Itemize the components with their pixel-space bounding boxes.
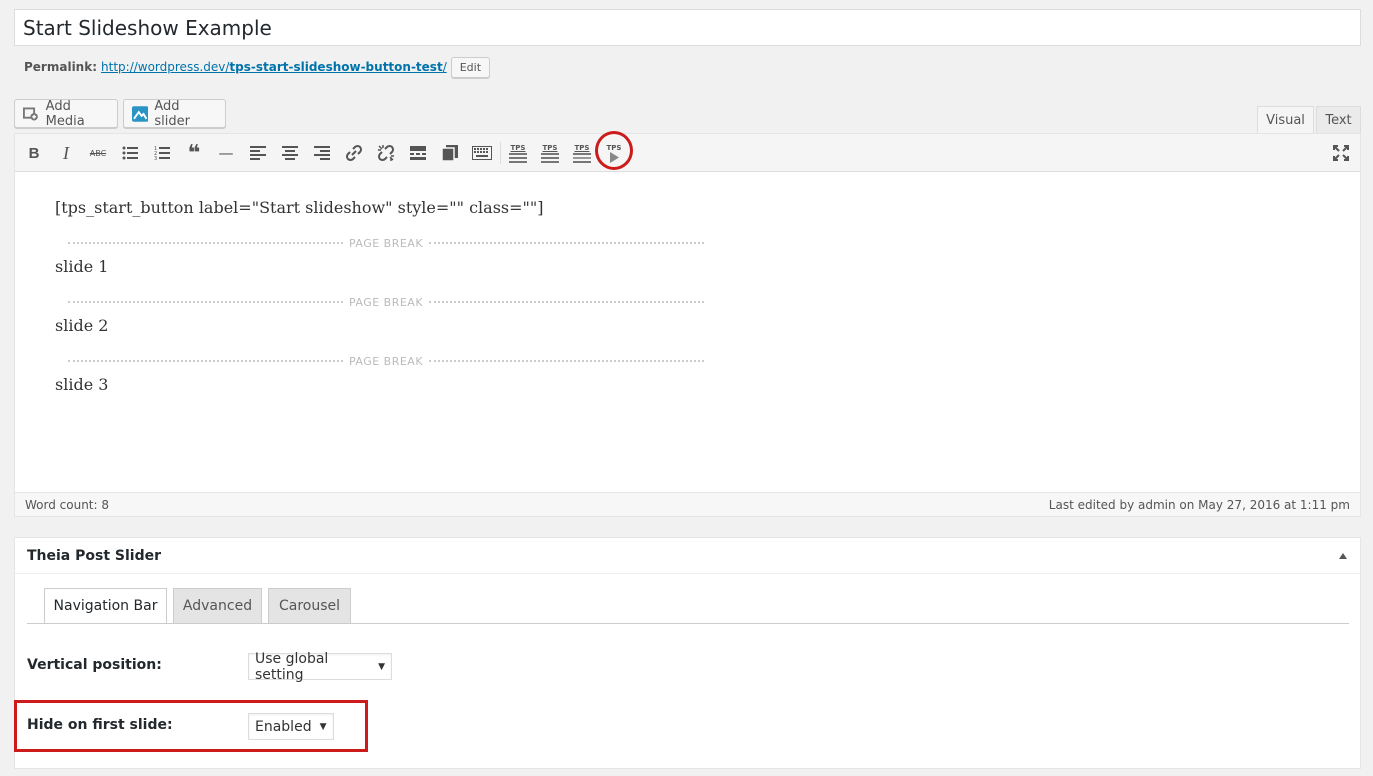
slide-line: slide 3 [55, 375, 109, 394]
align-right-glyph [314, 146, 330, 160]
align-center-icon[interactable] [276, 139, 304, 167]
page-break: PAGE BREAK [68, 236, 704, 250]
page-break-dots-right [429, 242, 704, 244]
align-center-glyph [282, 146, 298, 160]
toolbar-separator [500, 142, 501, 164]
read-more-icon[interactable] [404, 139, 432, 167]
hide-first-slide-label: Hide on first slide: [27, 717, 173, 733]
page-break: PAGE BREAK [68, 295, 704, 309]
vertical-position-select[interactable]: Use global setting ▼ [248, 650, 392, 683]
slide-line: slide 2 [55, 316, 109, 335]
chevron-down-icon: ▼ [378, 661, 385, 672]
page-break-label: PAGE BREAK [348, 295, 424, 309]
add-media-icon [23, 107, 38, 120]
permalink-link[interactable]: http://wordpress.dev/tps-start-slideshow… [101, 60, 447, 74]
tps-label: TPS [542, 143, 558, 152]
fullscreen-icon[interactable] [1327, 139, 1355, 167]
paste-glyph [442, 145, 458, 161]
page-break: PAGE BREAK [68, 354, 704, 368]
permalink: Permalink: http://wordpress.dev/tps-star… [24, 56, 491, 78]
tps-page-break-2-icon[interactable]: TPS [536, 139, 564, 167]
numbered-list-glyph: 123 [154, 146, 170, 160]
tab-advanced[interactable]: Advanced [173, 588, 262, 624]
align-right-icon[interactable] [308, 139, 336, 167]
bulleted-list-icon[interactable] [116, 139, 144, 167]
vertical-position-value: Use global setting [255, 650, 329, 683]
add-media-button[interactable]: Add Media [14, 98, 118, 129]
permalink-trailing: / [442, 60, 447, 74]
tps-start-slideshow-icon[interactable]: TPS [600, 139, 628, 167]
permalink-label: Permalink: [24, 60, 98, 74]
fullscreen-glyph [1333, 145, 1349, 161]
add-slider-button[interactable]: Add slider [123, 98, 226, 129]
shortcode-line: [tps_start_button label="Start slideshow… [55, 198, 544, 217]
slide-line: slide 1 [55, 257, 109, 276]
collapse-arrow-icon[interactable] [1338, 552, 1348, 560]
editor-content[interactable]: [tps_start_button label="Start slideshow… [15, 172, 1360, 493]
bulleted-list-glyph [122, 146, 138, 160]
add-media-label: Add Media [45, 98, 85, 129]
play-icon [610, 151, 619, 163]
last-edited: Last edited by admin on May 27, 2016 at … [1048, 497, 1350, 512]
page-break-dots-right [429, 301, 704, 303]
add-slider-label: Add slider [154, 98, 190, 129]
tps-label: TPS [606, 143, 622, 152]
editor-status-bar: Word count: 8 Last edited by admin on Ma… [15, 492, 1360, 516]
keyboard-icon[interactable] [468, 139, 496, 167]
blockquote-icon[interactable]: ❝ [180, 139, 208, 167]
tps-lines-glyph [573, 152, 591, 163]
page-break-dots-left [68, 242, 343, 244]
page-break-dots-left [68, 360, 343, 362]
hide-first-slide-select[interactable]: Enabled ▼ [248, 713, 334, 740]
read-more-glyph [410, 146, 426, 160]
slider-icon [132, 105, 149, 122]
post-title-input[interactable]: Start Slideshow Example [14, 9, 1361, 46]
page-break-dots-right [429, 360, 704, 362]
metabox-header[interactable]: Theia Post Slider [15, 538, 1360, 574]
italic-icon[interactable]: I [52, 139, 80, 167]
strikethrough-icon[interactable]: ABC [84, 139, 112, 167]
align-left-glyph [250, 146, 266, 160]
tps-lines-glyph [541, 152, 559, 163]
theia-post-slider-metabox: Theia Post Slider Navigation Bar Advance… [14, 537, 1361, 769]
tps-lines-glyph [509, 152, 527, 163]
paste-icon[interactable] [436, 139, 464, 167]
tps-label: TPS [574, 143, 590, 152]
editor: B I ABC 123 ❝ — TPS TPS TPS TPS [tps_sta… [14, 133, 1361, 517]
svg-text:3: 3 [154, 156, 157, 160]
tab-navigation-bar[interactable]: Navigation Bar [44, 588, 167, 624]
tps-page-break-3-icon[interactable]: TPS [568, 139, 596, 167]
editor-toolbar: B I ABC 123 ❝ — TPS TPS TPS TPS [15, 134, 1360, 172]
page-break-dots-left [68, 301, 343, 303]
keyboard-glyph [472, 146, 492, 160]
unlink-icon[interactable] [372, 139, 400, 167]
link-glyph [345, 144, 363, 162]
hide-first-slide-value: Enabled [255, 718, 312, 735]
permalink-slug: tps-start-slideshow-button-test [229, 60, 443, 74]
tab-text[interactable]: Text [1316, 106, 1361, 134]
bold-icon[interactable]: B [20, 139, 48, 167]
chevron-down-icon: ▼ [319, 721, 327, 732]
numbered-list-icon[interactable]: 123 [148, 139, 176, 167]
tabs-divider [27, 623, 1349, 624]
edit-permalink-button[interactable]: Edit [450, 56, 491, 78]
align-left-icon[interactable] [244, 139, 272, 167]
metabox-title: Theia Post Slider [27, 547, 162, 564]
word-count: Word count: 8 [25, 497, 110, 512]
page-break-label: PAGE BREAK [348, 236, 424, 250]
vertical-position-label: Vertical position: [27, 657, 162, 673]
page-break-label: PAGE BREAK [348, 354, 424, 368]
tps-label: TPS [510, 143, 526, 152]
tab-carousel[interactable]: Carousel [268, 588, 351, 624]
tps-page-break-icon[interactable]: TPS [504, 139, 532, 167]
unlink-glyph [377, 144, 395, 162]
link-icon[interactable] [340, 139, 368, 167]
horizontal-line-icon[interactable]: — [212, 139, 240, 167]
permalink-base: http://wordpress.dev/ [101, 60, 230, 74]
tab-visual[interactable]: Visual [1257, 106, 1314, 134]
